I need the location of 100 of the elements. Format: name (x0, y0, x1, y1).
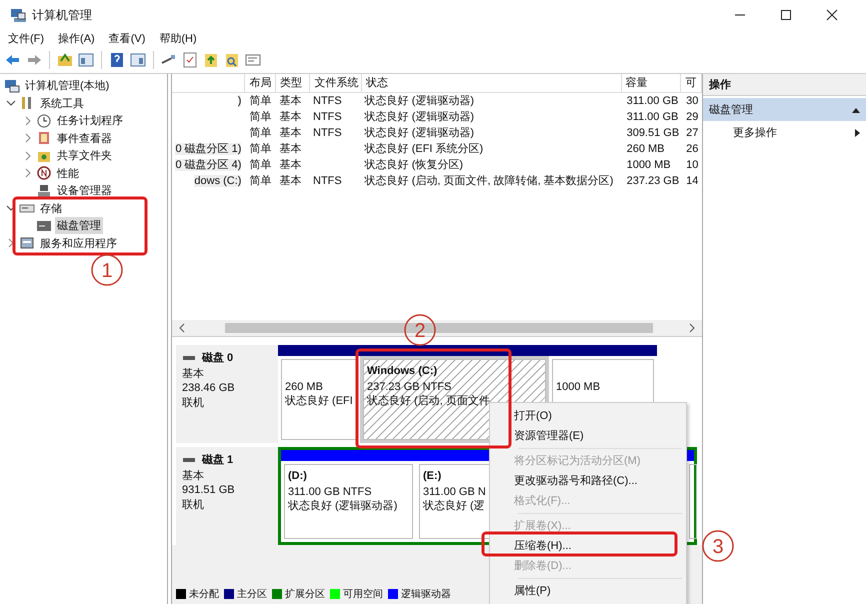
table-cell-text: NTFS (312, 174, 343, 189)
chevron-right-icon[interactable] (23, 168, 33, 178)
window-title: 计算机管理 (32, 6, 92, 24)
table-cell-text: 基本 (278, 174, 302, 189)
maximize-icon[interactable] (780, 9, 792, 21)
column-header[interactable]: 状态 (362, 74, 622, 92)
device-icon (36, 182, 52, 199)
column-header[interactable]: 布局 (245, 74, 276, 92)
disk-name: 磁盘 1 (202, 453, 234, 468)
partition-block[interactable]: (D:) 311.00 GB NTFS 状态良好 (逻辑驱动器) (281, 450, 416, 542)
tree-item[interactable]: 存储 (38, 200, 64, 217)
table-cell-text: 29 (685, 110, 700, 125)
disk-info: 联机 (182, 396, 205, 410)
tree-item[interactable]: 设备管理器 (55, 182, 114, 200)
partition-info: 状态良好 (启动, 页面文件 (367, 394, 490, 408)
disk-info: 238.46 GB (182, 381, 236, 396)
actions-section[interactable]: 磁盘管理 (703, 98, 866, 121)
action-label[interactable]: 更多操作 (733, 125, 777, 140)
partition-info: 237.23 GB NTFS (367, 380, 452, 394)
section-title: 磁盘管理 (709, 103, 753, 117)
chevron-right-icon[interactable] (23, 116, 33, 126)
table-cell-text: 状态良好 (启动, 页面文件, 故障转储, 基本数据分区) (364, 174, 614, 189)
help-icon[interactable] (108, 51, 126, 69)
panel-icon[interactable] (77, 51, 95, 69)
step-number: 2 (404, 314, 436, 346)
tree-item[interactable]: 系统工具 (38, 94, 86, 112)
table-cell-text: 14 (685, 174, 700, 189)
legend-label: 未分配 (189, 588, 219, 601)
folder-up-icon[interactable] (202, 51, 220, 69)
menu-item[interactable]: 更改驱动器号和路径(C)... (490, 471, 686, 491)
table-cell-text: 简单 (248, 126, 272, 141)
partition-name: (D:) (288, 469, 307, 484)
horizontal-scrollbar[interactable] (172, 320, 702, 337)
tree-item[interactable]: 共享文件夹 (55, 147, 114, 164)
tree-item[interactable]: 任务计划程序 (55, 112, 125, 130)
computer-icon (10, 7, 26, 23)
disk-info: 联机 (182, 498, 205, 512)
table-cell: ) (238, 95, 242, 107)
table-cell-text: NTFS (312, 110, 343, 125)
column-header[interactable]: 文件系统 (310, 74, 362, 92)
partition-block[interactable]: 260 MB 状态良好 (EFI (278, 345, 360, 443)
submenu-arrow-icon[interactable] (855, 128, 860, 136)
table-cell-text: 27 (685, 126, 700, 141)
checklist-icon[interactable] (181, 51, 199, 69)
close-icon[interactable] (826, 9, 838, 21)
chevron-right-icon[interactable] (23, 133, 33, 144)
table-cell-text: 基本 (278, 94, 302, 109)
table-cell-text: 237.23 GB (626, 174, 680, 189)
menu-item[interactable]: 属性(P) (490, 581, 686, 601)
scroll-left-icon[interactable] (178, 323, 186, 333)
table-cell-text: 基本 (278, 110, 302, 125)
table-cell: dows (C:) (194, 175, 242, 187)
table-cell-text: 26 (685, 142, 700, 157)
computer-icon (4, 78, 20, 94)
table-cell-text: 260 MB (626, 142, 666, 157)
partition-info: 260 MB (285, 380, 323, 394)
chevron-down-icon[interactable] (6, 98, 16, 108)
panel-icon[interactable] (129, 51, 147, 69)
collapse-icon[interactable] (852, 106, 860, 112)
chevron-right-icon[interactable] (23, 150, 33, 161)
column-header[interactable]: 类型 (276, 74, 310, 92)
table-cell-text: 10 (685, 158, 700, 173)
table-cell-text: 1000 MB (626, 158, 672, 173)
menu-item[interactable]: 查看(V) (108, 31, 146, 46)
tree-item[interactable]: 服务和应用程序 (38, 234, 119, 252)
scroll-right-icon[interactable] (688, 323, 696, 333)
search-icon[interactable] (223, 51, 241, 69)
gauge-icon (36, 165, 52, 182)
table-cell-text: 状态良好 (逻辑驱动器) (364, 126, 476, 141)
table-cell-text: 309.51 GB (626, 126, 680, 141)
folder-icon[interactable] (56, 51, 74, 69)
disk-info: 931.51 GB (182, 483, 236, 498)
tree-item[interactable]: 计算机管理(本地) (23, 77, 112, 94)
partition-info: 1000 MB (556, 380, 600, 394)
menu-item[interactable]: 操作(A) (58, 31, 95, 46)
table-cell-text: 30 (685, 94, 700, 109)
table-cell-text: 简单 (248, 94, 272, 109)
column-header[interactable]: 可 (681, 74, 702, 92)
disk-name: 磁盘 0 (202, 351, 234, 366)
table-cell-text: 状态良好 (逻辑驱动器) (364, 94, 476, 109)
menu-item[interactable]: 文件(F) (8, 31, 44, 46)
legend-label: 可用空间 (343, 588, 383, 601)
table-cell-text: 基本 (278, 158, 302, 173)
partition-info: 状态良好 (逻 (423, 499, 485, 513)
menu-item[interactable]: 帮助(H) (159, 31, 197, 46)
tree-item[interactable]: 事件查看器 (55, 130, 114, 147)
window-icon (19, 235, 35, 252)
legend-label: 扩展分区 (285, 588, 325, 601)
tree-item[interactable]: 磁盘管理 (55, 217, 103, 234)
partition-name: Windows (C:) (367, 364, 438, 379)
table-cell-text: 状态良好 (逻辑驱动器) (364, 110, 476, 125)
table-cell-text: 311.00 GB (626, 110, 680, 125)
partition-info: 状态良好 (逻辑驱动器) (288, 499, 398, 513)
actions-header: 操作 (703, 74, 866, 96)
table-cell-text: 简单 (248, 158, 272, 173)
table-cell-text: 简单 (248, 142, 272, 157)
partition-info: 311.00 GB NTFS (288, 485, 372, 499)
column-header[interactable]: 容量 (622, 74, 682, 92)
partition-info: 311.00 GB N (423, 485, 486, 499)
tree-item[interactable]: 性能 (55, 164, 81, 182)
